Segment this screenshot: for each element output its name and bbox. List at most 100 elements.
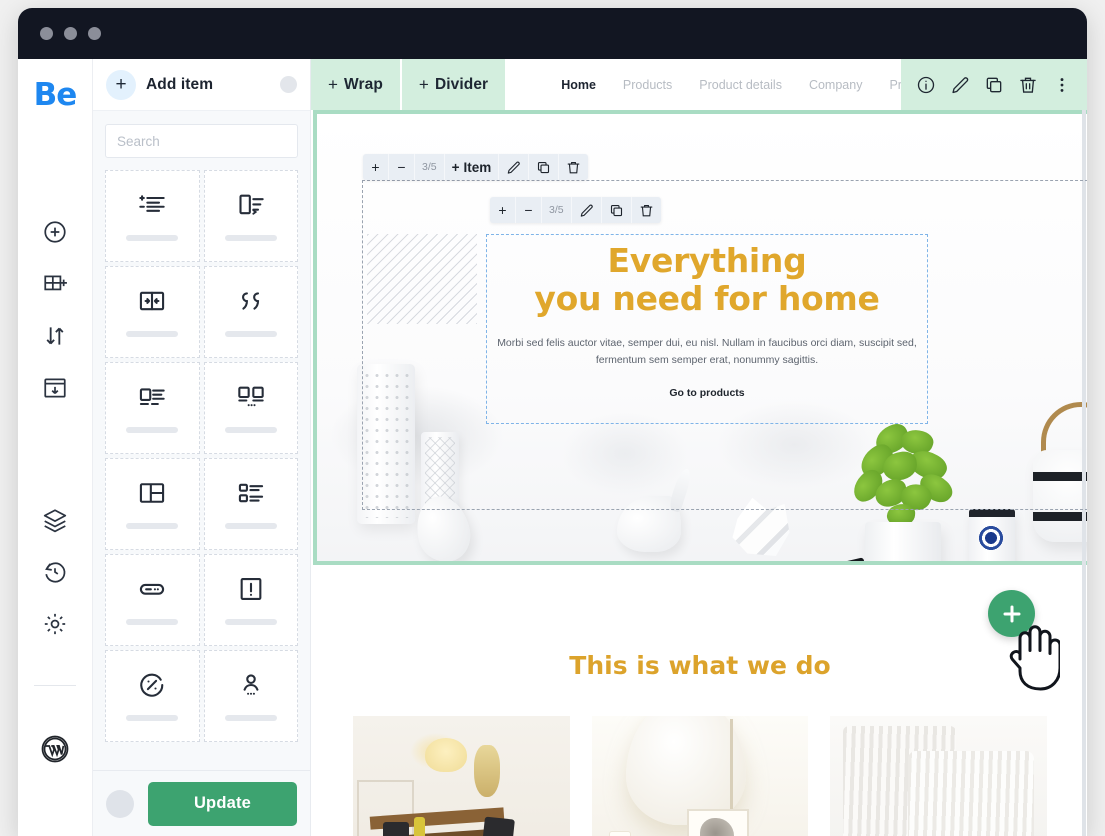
hero-cta-link[interactable]: Go to products xyxy=(489,387,925,399)
feature-card-chair[interactable] xyxy=(830,716,1048,836)
footer-status-circle[interactable] xyxy=(106,789,134,818)
inner-duplicate-button[interactable] xyxy=(602,197,632,223)
outer-add-item-plus: + xyxy=(451,159,460,175)
percent-circle-icon xyxy=(140,673,164,697)
grid-add-icon[interactable] xyxy=(42,271,68,297)
panel-footer: Update xyxy=(93,770,310,836)
tile-user-dots[interactable] xyxy=(203,650,298,742)
tile-label-bar xyxy=(126,235,179,241)
split-columns-icon xyxy=(140,291,165,311)
add-block-button[interactable] xyxy=(988,590,1035,637)
nav-item-home[interactable]: Home xyxy=(561,78,596,92)
preview-canvas: + Wrap + Divider Home Products Product d… xyxy=(311,59,1087,836)
duplicate-icon xyxy=(538,161,550,173)
nav-item-products[interactable]: Products xyxy=(623,78,672,92)
delete-button[interactable] xyxy=(1013,70,1043,100)
box-lines-icon xyxy=(239,194,264,215)
canvas-topbar: + Wrap + Divider Home Products Product d… xyxy=(311,59,1087,110)
card1-pendant-lamp xyxy=(424,738,467,773)
tile-media-text[interactable] xyxy=(105,362,200,454)
save-template-icon[interactable] xyxy=(42,375,68,401)
media-text-icon xyxy=(140,388,165,406)
list-blocks-icon xyxy=(238,483,263,503)
tile-label-bar xyxy=(126,619,179,625)
tile-label-bar xyxy=(224,523,277,529)
quote-marks-icon xyxy=(241,292,259,310)
traffic-light-minimize[interactable] xyxy=(64,27,77,40)
outer-element-toolbar: + − 3/5 + Item xyxy=(363,154,589,180)
list-plus-minus-icon xyxy=(139,195,165,212)
outer-duplicate-button[interactable] xyxy=(529,154,560,180)
feature-card-row xyxy=(313,716,1087,836)
edit-pencil-icon xyxy=(580,204,593,217)
inner-increase-width[interactable]: + xyxy=(490,197,516,223)
update-button[interactable]: Update xyxy=(148,781,297,826)
tile-two-screens[interactable] xyxy=(203,362,298,454)
sort-arrows-icon[interactable] xyxy=(42,323,68,349)
panel-add-button[interactable]: + xyxy=(106,69,136,100)
tile-list-plus-minus[interactable] xyxy=(105,170,200,262)
edit-pencil-icon xyxy=(508,161,521,174)
tile-percent-circle[interactable] xyxy=(105,650,200,742)
outer-add-item-button[interactable]: + Item xyxy=(445,154,500,180)
left-icon-rail: Be xyxy=(18,59,93,836)
panel-title: Add item xyxy=(146,75,214,93)
inner-decrease-width[interactable]: − xyxy=(516,197,542,223)
search-wrapper xyxy=(93,111,310,164)
tile-label-bar xyxy=(126,427,179,433)
duplicate-button[interactable] xyxy=(979,70,1009,100)
outer-width-fraction: 3/5 xyxy=(415,154,445,180)
tile-split-columns[interactable] xyxy=(105,266,200,358)
outer-decrease-width[interactable]: − xyxy=(389,154,415,180)
outer-increase-width[interactable]: + xyxy=(363,154,389,180)
hero-heading-line2: you need for home xyxy=(534,279,880,319)
card1-vase xyxy=(413,816,425,836)
tile-label-bar xyxy=(224,427,277,433)
tile-quote-marks[interactable] xyxy=(203,266,298,358)
tile-alert-box[interactable] xyxy=(203,554,298,646)
selected-hero-section[interactable]: Everything you need for home Morbi sed f… xyxy=(313,110,1087,565)
panel-collapse-toggle[interactable] xyxy=(280,76,297,93)
photo-cup-band xyxy=(969,509,1015,517)
edit-pencil-icon xyxy=(952,76,969,93)
layers-icon[interactable] xyxy=(42,507,68,533)
feature-card-lamp[interactable] xyxy=(591,716,809,836)
tile-box-lines[interactable] xyxy=(203,170,298,262)
add-circle-icon[interactable] xyxy=(42,219,68,245)
nav-item-company[interactable]: Company xyxy=(809,78,863,92)
add-wrap-button[interactable]: + Wrap xyxy=(311,59,402,110)
rail-icon-group-bottom xyxy=(34,507,76,764)
outer-delete-button[interactable] xyxy=(559,154,588,180)
edit-button[interactable] xyxy=(945,70,975,100)
outer-edit-button[interactable] xyxy=(499,154,530,180)
tile-pill-button[interactable] xyxy=(105,554,200,646)
info-icon xyxy=(917,76,935,93)
browser-window: Be + Add item Search Update + Wrap + Div… xyxy=(18,8,1087,836)
add-divider-button[interactable]: + Divider xyxy=(401,59,508,110)
more-options-button[interactable] xyxy=(1047,70,1077,100)
wordpress-icon[interactable] xyxy=(40,734,70,764)
photo-blue-pattern-cup xyxy=(969,509,1015,561)
card2-side-lamp xyxy=(609,831,631,836)
inner-delete-button[interactable] xyxy=(632,197,661,223)
info-button[interactable] xyxy=(911,70,941,100)
sidebar-layout-icon xyxy=(140,483,165,503)
tile-list-blocks[interactable] xyxy=(203,458,298,550)
inner-edit-button[interactable] xyxy=(572,197,602,223)
photo-plant-pot xyxy=(865,522,941,561)
traffic-light-close[interactable] xyxy=(40,27,53,40)
wrap-label: Wrap xyxy=(344,75,383,93)
settings-gear-icon[interactable] xyxy=(42,611,68,637)
outer-add-item-label: Item xyxy=(463,159,492,175)
hero-paragraph: Morbi sed felis auctor vitae, semper dui… xyxy=(497,336,917,367)
photo-pencil xyxy=(787,557,865,561)
search-input[interactable] xyxy=(105,124,298,158)
tile-sidebar-layout[interactable] xyxy=(105,458,200,550)
nav-item-product-details[interactable]: Product details xyxy=(699,78,782,92)
user-dots-icon xyxy=(243,674,259,695)
feature-card-dining[interactable] xyxy=(353,716,570,836)
traffic-light-maximize[interactable] xyxy=(88,27,101,40)
window-body: Be + Add item Search Update + Wrap + Div… xyxy=(18,59,1087,836)
history-icon[interactable] xyxy=(42,559,68,585)
card3-chair-front xyxy=(908,751,1034,836)
